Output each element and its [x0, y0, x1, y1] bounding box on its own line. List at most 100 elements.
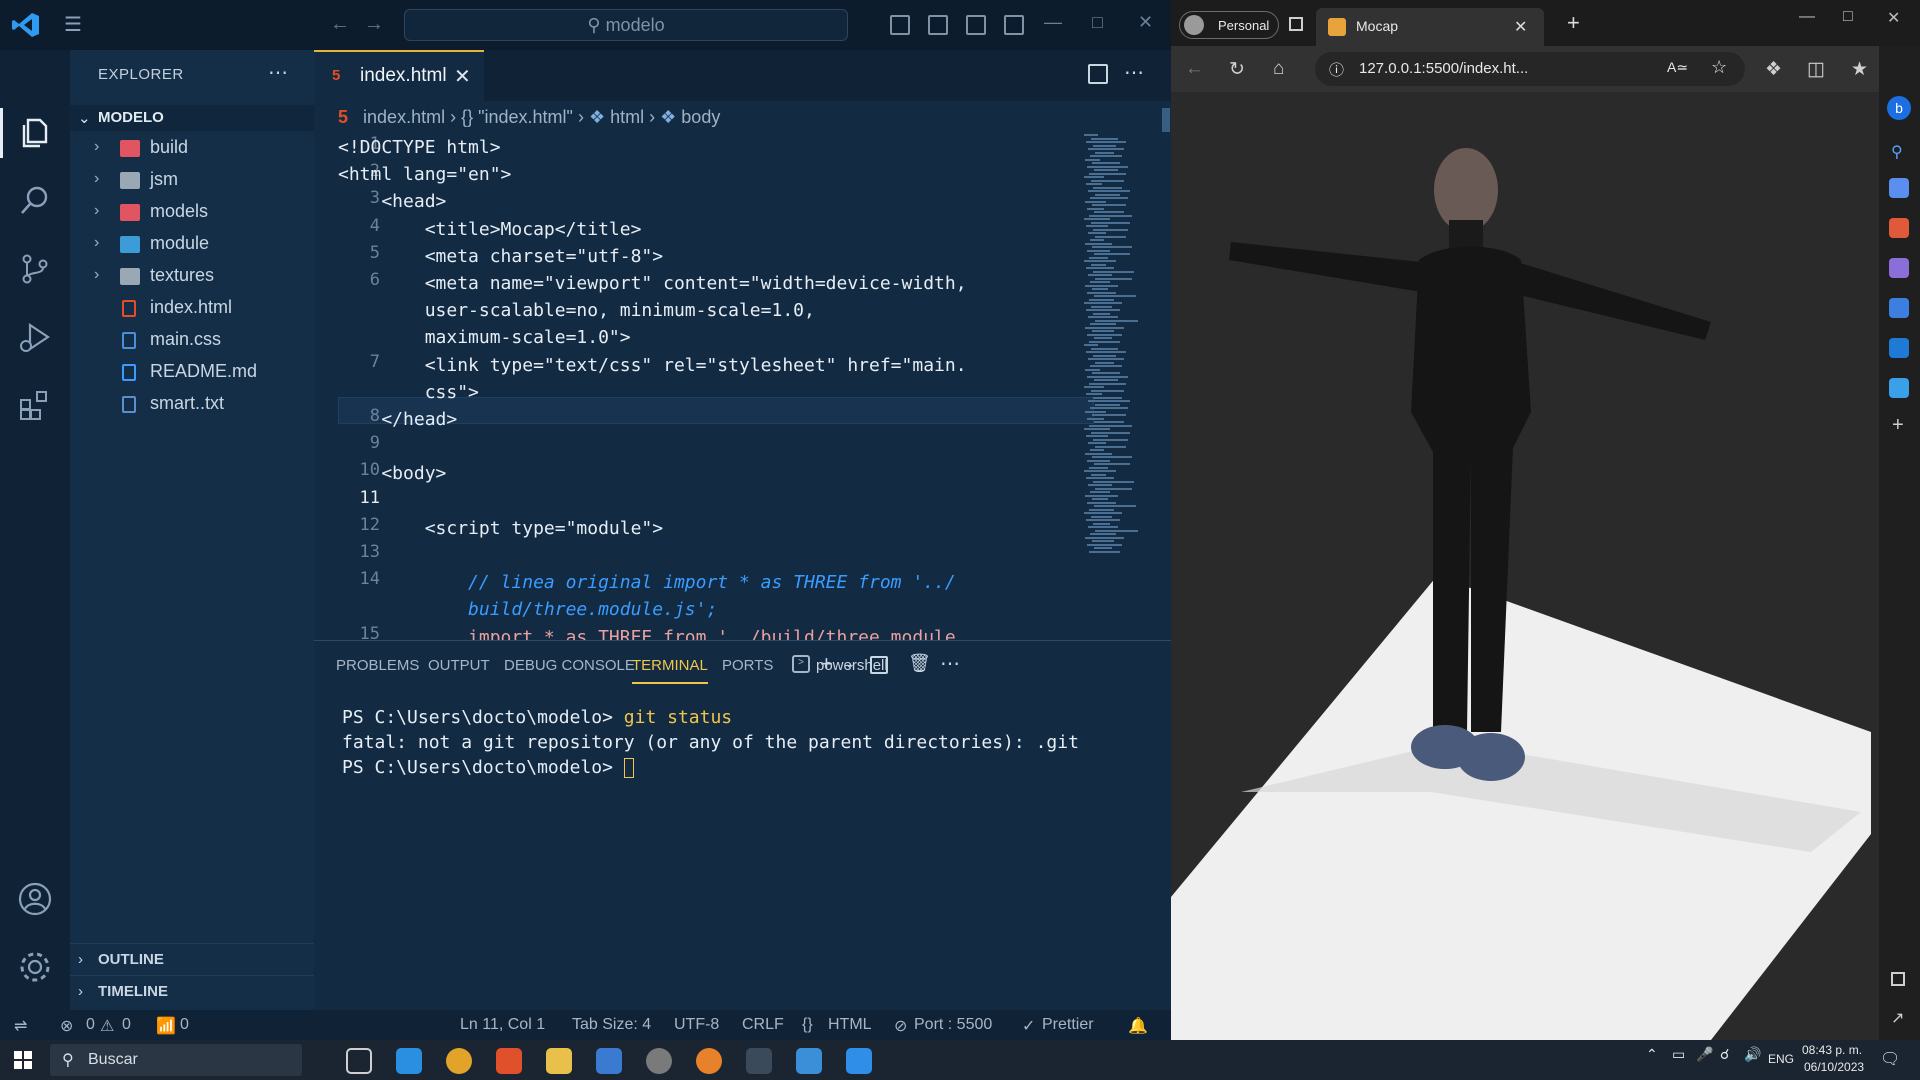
- task-view-icon[interactable]: [346, 1048, 372, 1074]
- tray-chevron-icon[interactable]: ⌃: [1646, 1046, 1658, 1063]
- extensions-icon[interactable]: [18, 388, 52, 422]
- tab-index-html[interactable]: 5 index.html ✕: [314, 50, 484, 101]
- settings-gear-icon[interactable]: [18, 950, 52, 984]
- vscode-logo-icon[interactable]: [12, 12, 40, 38]
- clock-time[interactable]: 08:43 p. m.: [1802, 1043, 1862, 1057]
- toggle-sidebar-icon[interactable]: [890, 15, 910, 35]
- games-icon[interactable]: [1889, 258, 1909, 278]
- browser-tab-mocap[interactable]: Mocap ✕: [1316, 8, 1544, 46]
- close-tab-icon[interactable]: ✕: [454, 64, 471, 89]
- live-server-port[interactable]: Port : 5500: [914, 1016, 992, 1034]
- end-of-line[interactable]: CRLF: [742, 1016, 784, 1034]
- panel-tab-terminal[interactable]: TERMINAL: [632, 657, 708, 684]
- shopping-icon[interactable]: [1889, 178, 1909, 198]
- explorer-item[interactable]: smart..txt: [70, 392, 314, 418]
- close-tab-icon[interactable]: ✕: [1514, 17, 1527, 37]
- minimize-icon[interactable]: —: [1799, 8, 1815, 26]
- accounts-icon[interactable]: [18, 882, 52, 916]
- split-terminal-icon[interactable]: [870, 656, 888, 674]
- photos-app-icon[interactable]: [796, 1048, 822, 1074]
- microsoft365-icon[interactable]: [1889, 298, 1909, 318]
- back-arrow-icon[interactable]: ←: [1185, 58, 1204, 80]
- chevron-down-icon[interactable]: ⌄: [844, 655, 856, 672]
- breadcrumb-item[interactable]: {} "index.html": [461, 107, 573, 127]
- volume-icon[interactable]: 🔊: [1744, 1046, 1761, 1063]
- tab-actions-icon[interactable]: [1289, 17, 1303, 31]
- home-icon[interactable]: ⌂: [1273, 58, 1284, 80]
- explorer-icon[interactable]: [18, 116, 52, 150]
- blender-app-icon[interactable]: [696, 1048, 722, 1074]
- brave-app-icon[interactable]: [496, 1048, 522, 1074]
- explorer-item[interactable]: › module: [70, 232, 314, 258]
- run-debug-icon[interactable]: [18, 320, 52, 354]
- search-icon[interactable]: ⚲: [1891, 142, 1903, 162]
- breadcrumb-item[interactable]: html: [610, 107, 644, 127]
- edge-app-icon[interactable]: [396, 1048, 422, 1074]
- explorer-item[interactable]: › jsm: [70, 168, 314, 194]
- explorer-item[interactable]: › textures: [70, 264, 314, 290]
- panel-tab-problems[interactable]: PROBLEMS: [336, 657, 419, 674]
- page-viewport[interactable]: [1171, 92, 1879, 1040]
- terminal-output[interactable]: PS C:\Users\docto\modelo> git status fat…: [342, 705, 1079, 780]
- more-actions-icon[interactable]: ⋯: [268, 60, 288, 85]
- ports-forwarded-count[interactable]: 0: [180, 1016, 189, 1034]
- notifications-bell-icon[interactable]: 🔔: [1128, 1016, 1148, 1036]
- chrome-app-icon[interactable]: [446, 1048, 472, 1074]
- explorer-item[interactable]: README.md: [70, 360, 314, 386]
- extensions-puzzle-icon[interactable]: ❖: [1765, 58, 1782, 81]
- command-center-search[interactable]: ⚲ modelo: [404, 9, 848, 41]
- warning-icon[interactable]: ⚠: [100, 1016, 114, 1036]
- maximize-icon[interactable]: □: [1843, 8, 1853, 26]
- explorer-item[interactable]: main.css: [70, 328, 314, 354]
- language-mode[interactable]: HTML: [828, 1016, 872, 1034]
- panel-tab-debug-console[interactable]: DEBUG CONSOLE: [504, 657, 635, 674]
- bing-copilot-icon[interactable]: b: [1887, 96, 1911, 120]
- ports-forwarded-icon[interactable]: 📶: [156, 1016, 176, 1036]
- toggle-secondary-sidebar-icon[interactable]: [966, 15, 986, 35]
- close-icon[interactable]: ✕: [1138, 12, 1153, 33]
- trash-icon[interactable]: 🗑: [908, 653, 931, 674]
- breadcrumb-item[interactable]: index.html: [363, 107, 445, 127]
- wifi-icon[interactable]: ☌: [1720, 1046, 1729, 1063]
- open-external-icon[interactable]: ↗: [1891, 1008, 1904, 1028]
- taskbar-search[interactable]: ⚲ Buscar: [50, 1044, 302, 1076]
- explorer-item[interactable]: › models: [70, 200, 314, 226]
- menu-icon[interactable]: ☰: [64, 15, 90, 35]
- source-control-icon[interactable]: [18, 252, 52, 286]
- language-indicator[interactable]: ENG: [1768, 1052, 1794, 1066]
- drop-icon[interactable]: [1889, 378, 1909, 398]
- errors-count[interactable]: 0: [86, 1016, 95, 1034]
- customize-layout-icon[interactable]: [1004, 15, 1024, 35]
- split-screen-icon[interactable]: ◫: [1807, 58, 1825, 81]
- outline-section[interactable]: › OUTLINE: [70, 943, 314, 973]
- minimize-icon[interactable]: —: [1044, 12, 1062, 33]
- microphone-icon[interactable]: 🎤: [1696, 1046, 1713, 1063]
- refresh-icon[interactable]: ↻: [1229, 58, 1245, 81]
- favorite-star-icon[interactable]: ☆: [1711, 57, 1727, 78]
- sidebar-toggle-icon[interactable]: [1891, 972, 1905, 986]
- add-icon[interactable]: +: [1892, 414, 1904, 437]
- outlook-icon[interactable]: [1889, 338, 1909, 358]
- unity-app-icon[interactable]: [646, 1048, 672, 1074]
- store-app-icon[interactable]: [596, 1048, 622, 1074]
- error-icon[interactable]: ⊗: [60, 1016, 73, 1036]
- panel-more-icon[interactable]: ⋯: [940, 651, 960, 676]
- tab-size[interactable]: Tab Size: 4: [572, 1016, 651, 1034]
- clock-date[interactable]: 06/10/2023: [1804, 1060, 1864, 1074]
- maximize-icon[interactable]: □: [1092, 12, 1103, 33]
- split-editor-icon[interactable]: [1088, 64, 1108, 84]
- notification-center-icon[interactable]: 🗨: [1880, 1049, 1900, 1069]
- toggle-panel-icon[interactable]: [928, 15, 948, 35]
- prettier-status[interactable]: Prettier: [1042, 1016, 1094, 1034]
- remote-icon[interactable]: ⇌: [14, 1016, 27, 1036]
- file-explorer-icon[interactable]: [546, 1048, 572, 1074]
- vscode-app-icon[interactable]: [846, 1048, 872, 1074]
- explorer-item[interactable]: index.html: [70, 296, 314, 322]
- windows-start-icon[interactable]: [14, 1051, 32, 1069]
- explorer-item[interactable]: › build: [70, 136, 314, 162]
- new-terminal-icon[interactable]: +: [820, 651, 833, 677]
- cursor-position[interactable]: Ln 11, Col 1: [460, 1016, 545, 1034]
- tools-icon[interactable]: [1889, 218, 1909, 238]
- back-arrow-icon[interactable]: ←: [330, 13, 350, 36]
- search-icon[interactable]: [18, 184, 52, 218]
